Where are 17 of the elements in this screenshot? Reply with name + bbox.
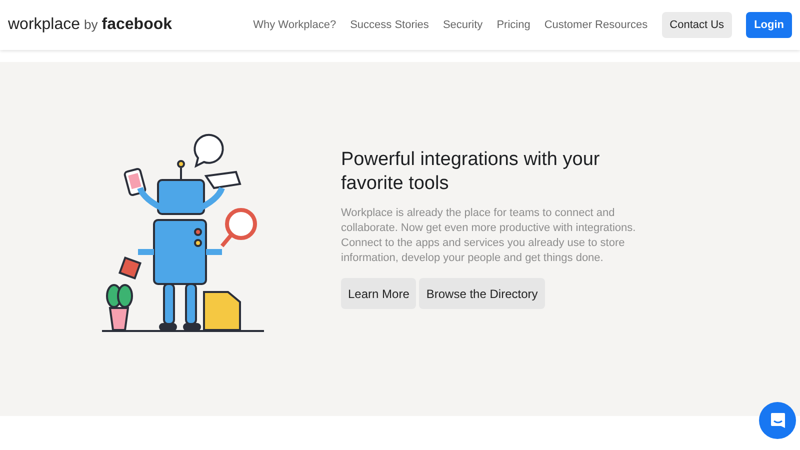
nav-link[interactable]: Customer Resources (544, 19, 648, 31)
hero-description: Workplace is already the place for teams to connect and collaborate. Now get even more productive with integrations. Connect to the apps and services you already use to store information, develop your people and get things done. (341, 206, 637, 266)
chat-icon (770, 412, 786, 430)
nav-link[interactable]: Why Workplace? (253, 19, 336, 31)
nav-link[interactable]: Success Stories (350, 19, 429, 31)
nav-link[interactable]: Pricing (496, 19, 530, 31)
logo-brand: workplace (8, 16, 80, 34)
login-button[interactable]: Login (746, 12, 792, 38)
logo-by: by (84, 17, 98, 32)
logo[interactable]: workplace by facebook (8, 16, 172, 34)
logo-company: facebook (102, 16, 172, 34)
contact-button[interactable]: Contact Us (662, 12, 732, 38)
hero-button[interactable]: Browse the Directory (419, 278, 545, 309)
hero-button[interactable]: Learn More (341, 278, 416, 309)
hero-title: Powerful integrations with your favorite tools (341, 148, 601, 196)
nav-link[interactable]: Security (442, 19, 483, 31)
chat-button[interactable] (759, 402, 796, 439)
